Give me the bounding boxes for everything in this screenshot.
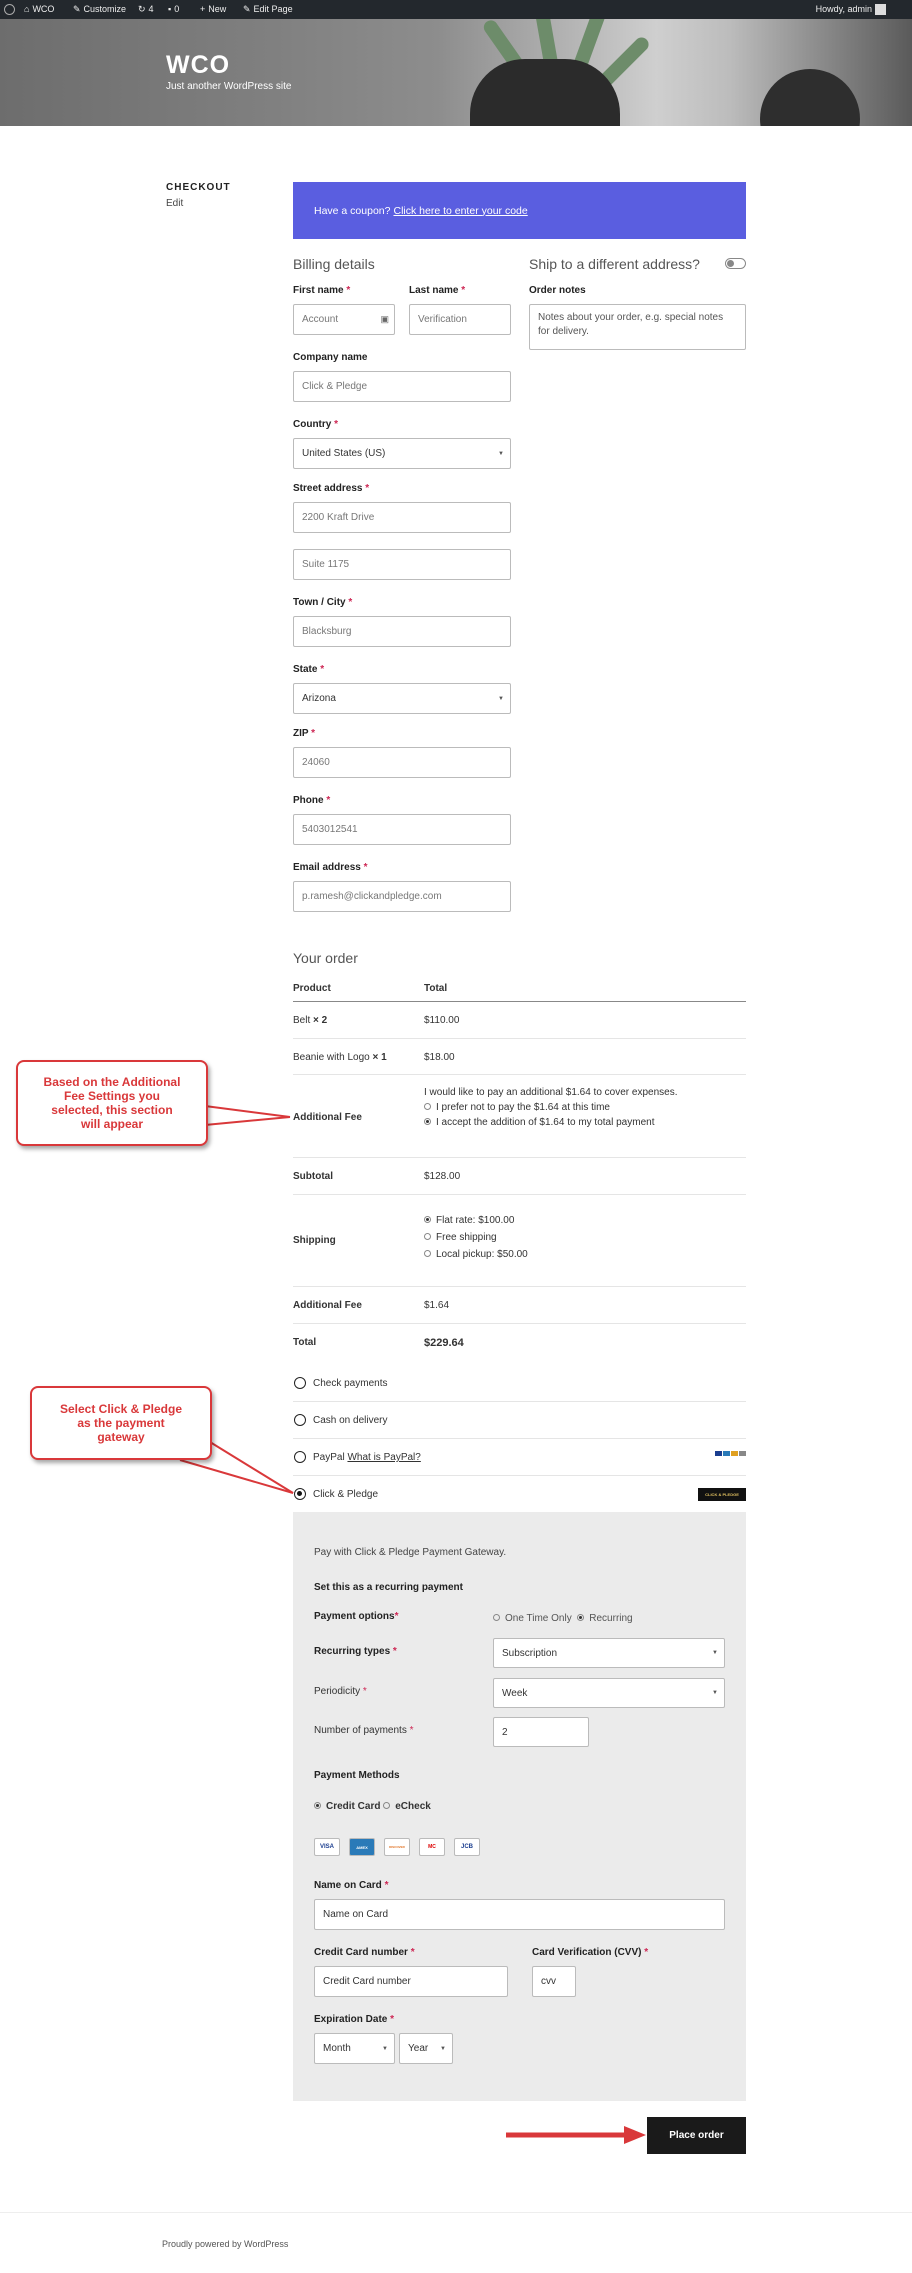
footer-divider [0,2212,912,2213]
gateway-callout: Select Click & Pledge as the payment gat… [30,1386,212,1460]
fee-callout: Based on the Additional Fee Settings you… [16,1060,208,1146]
footer-credit[interactable]: Proudly powered by WordPress [162,2239,288,2249]
gateway-callout-pointer [209,1441,294,1494]
fee-callout-pointer [204,1105,291,1118]
